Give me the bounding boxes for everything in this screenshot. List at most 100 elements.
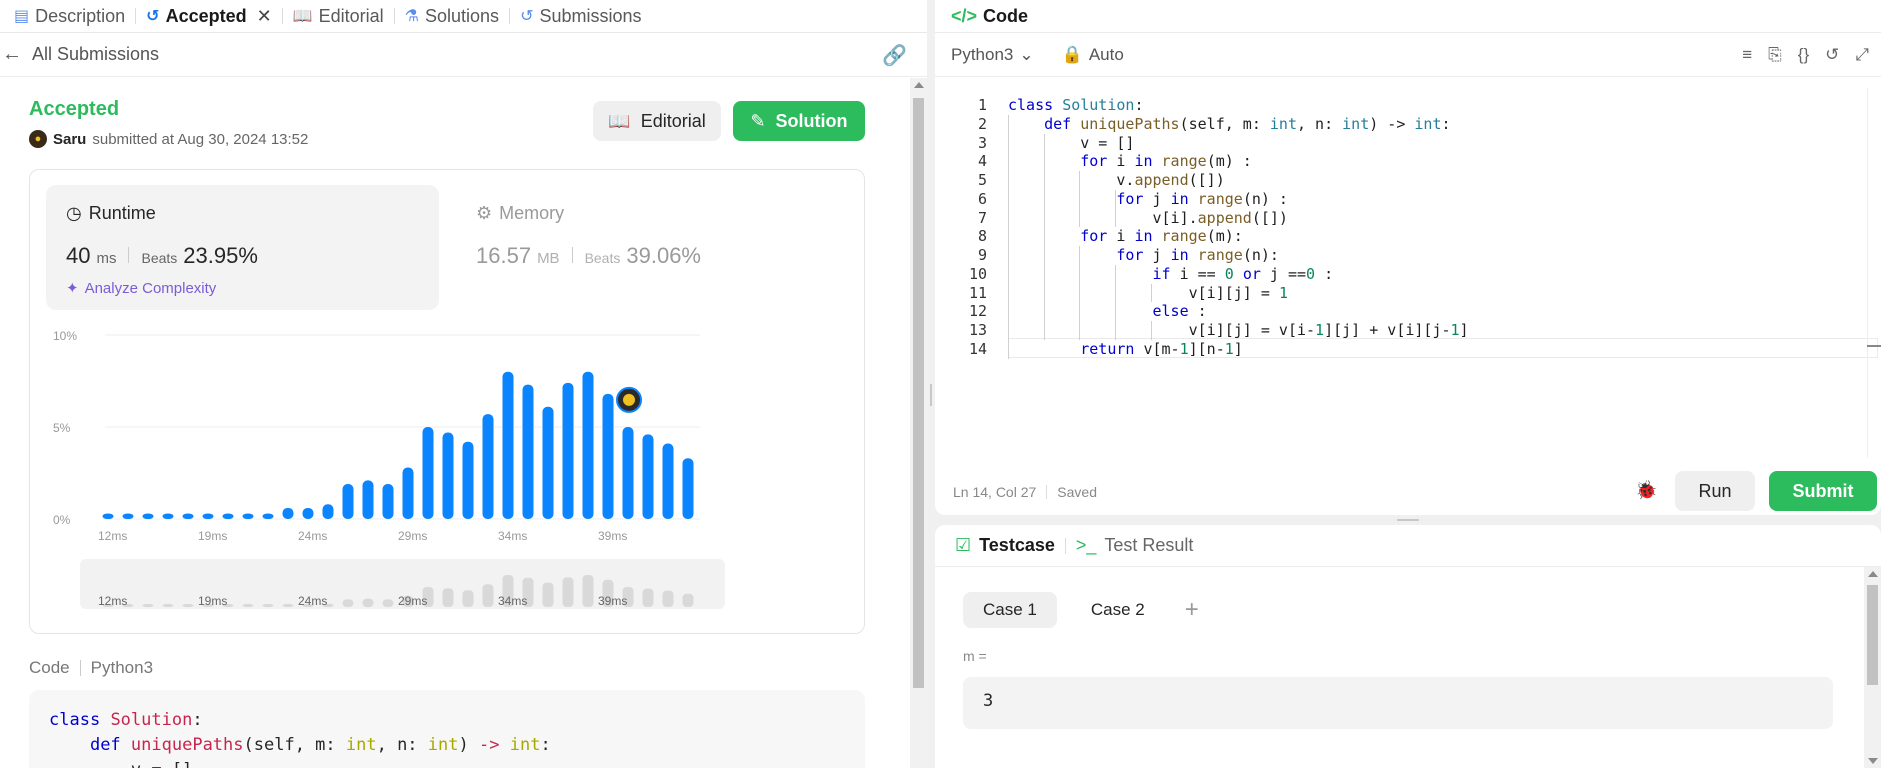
scrollbar-thumb[interactable] — [1867, 585, 1878, 685]
editor-scrollbar[interactable] — [1867, 88, 1881, 458]
reset-icon[interactable]: ↺ — [1825, 45, 1839, 65]
back-to-submissions[interactable]: ← All Submissions — [0, 43, 159, 66]
braces-icon[interactable]: {} — [1798, 45, 1809, 65]
chart-bar — [582, 371, 594, 519]
line-number: 2 — [977, 114, 987, 133]
left-tab-bar: ▤ Description ↺ Accepted ✕ 📖 Editorial ⚗… — [0, 0, 927, 33]
checkbox-icon: ☑ — [955, 535, 972, 555]
left-scrollbar[interactable] — [910, 78, 927, 768]
scrollbar-thumb[interactable] — [913, 98, 924, 688]
divider — [1046, 485, 1048, 499]
memory-title[interactable]: ⚙ Memory — [476, 203, 564, 224]
solution-button[interactable]: ✎ Solution — [733, 101, 865, 141]
line-number: 6 — [977, 189, 987, 208]
submitter-line: ● Saru submitted at Aug 30, 2024 13:52 — [29, 130, 308, 148]
language-select[interactable]: Python3 ⌄ — [951, 45, 1034, 65]
line-number: 13 — [968, 321, 987, 339]
editorial-button[interactable]: 📖 Editorial — [593, 101, 721, 141]
overview-bar — [342, 599, 354, 607]
overview-tick-label: 34ms — [498, 594, 527, 608]
back-label: All Submissions — [32, 44, 160, 64]
splitter-grip[interactable] — [1397, 519, 1419, 521]
code-line[interactable]: v[i][j] = v[i-1][j] + v[i][j-1] — [1008, 321, 1469, 339]
chart-bar — [262, 513, 274, 519]
language-value: Python3 — [951, 44, 1014, 64]
chart-bar — [602, 393, 614, 519]
overview-tick-label: 24ms — [298, 594, 327, 608]
overview-tick-label: 19ms — [198, 594, 227, 608]
format-icon[interactable]: ≡ — [1742, 45, 1752, 65]
tab-testcase[interactable]: ☑ Testcase — [955, 535, 1055, 556]
overview-bar — [442, 588, 454, 607]
tab-solutions[interactable]: ⚗ Solutions — [395, 0, 509, 33]
y-tick-label: 10% — [53, 329, 77, 343]
chart-bar — [682, 458, 694, 519]
code-area[interactable]: 1 class Solution: 2 def uniquePaths(self, … — [935, 88, 1881, 473]
overview-bar — [362, 598, 374, 607]
chart-bar — [522, 384, 534, 519]
scroll-up-icon[interactable] — [914, 82, 924, 88]
tab-testcase-label: Testcase — [979, 535, 1055, 555]
link-icon[interactable]: 🔗 — [882, 43, 907, 68]
run-button[interactable]: Run — [1675, 471, 1755, 511]
bookmark-icon[interactable]: ⎘ — [1768, 45, 1782, 65]
code-line[interactable]: v[i].append([]) — [1008, 209, 1287, 227]
code-line[interactable]: class Solution: — [1008, 96, 1143, 114]
chart-bar — [382, 484, 394, 519]
chart-bar — [182, 513, 194, 519]
line-number: 3 — [977, 133, 987, 152]
expand-icon[interactable]: ⤢ — [1855, 45, 1869, 65]
overview-bar — [382, 599, 394, 607]
case-tab-1[interactable]: Case 1 — [963, 592, 1057, 628]
testcase-scrollbar[interactable] — [1864, 567, 1881, 768]
code-line[interactable]: v = [] — [1008, 134, 1134, 152]
code-line[interactable]: for j in range(n): — [1008, 246, 1279, 264]
code-line[interactable]: if i == 0 or j ==0 : — [1008, 265, 1334, 283]
code-line[interactable]: def uniquePaths(self, m: int, n: int) ->… — [1008, 115, 1450, 133]
auto-label: Auto — [1088, 44, 1124, 64]
horizontal-splitter[interactable] — [935, 515, 1881, 525]
overview-bar — [582, 575, 594, 607]
scroll-down-icon[interactable] — [1868, 758, 1878, 764]
testcase-panel: ☑ Testcase >_ Test Result Case 1 Case 2 … — [935, 525, 1881, 768]
x-tick-label: 12ms — [98, 529, 127, 543]
tab-test-result-label: Test Result — [1104, 535, 1194, 555]
submitter-name[interactable]: Saru — [53, 131, 86, 148]
scroll-up-icon[interactable] — [1868, 571, 1878, 577]
case-tab-2[interactable]: Case 2 — [1071, 592, 1165, 628]
chart-bar — [342, 484, 354, 519]
variable-input[interactable]: 3 — [963, 677, 1833, 729]
x-tick-label: 29ms — [398, 529, 427, 543]
analyze-complexity-link[interactable]: ✦ Analyze Complexity — [66, 279, 216, 298]
tab-test-result[interactable]: >_ Test Result — [1076, 535, 1194, 556]
x-tick-label: 34ms — [498, 529, 527, 543]
avatar[interactable]: ● — [29, 130, 47, 148]
indent-guide — [1044, 133, 1045, 340]
code-line[interactable]: return v[m-1][n-1] — [1008, 340, 1243, 358]
tab-submissions[interactable]: ↺ Submissions — [510, 0, 651, 33]
add-case-icon[interactable]: + — [1185, 596, 1199, 624]
tab-description[interactable]: ▤ Description — [4, 0, 135, 33]
runtime-distribution-chart[interactable]: 10% 5% 0% 12ms 19ms 24ms 29ms 34ms 39ms 12ms 19ms 2… — [50, 322, 850, 622]
code-line[interactable]: v.append([]) — [1008, 171, 1224, 189]
overview-bar — [142, 604, 154, 607]
runtime-number: 40 — [66, 243, 91, 268]
chip-icon: ⚙ — [476, 203, 493, 223]
debug-icon[interactable]: 🐞 — [1635, 480, 1657, 501]
splitter-grip[interactable] — [930, 384, 932, 406]
code-line[interactable]: v[i][j] = 1 — [1008, 284, 1288, 302]
tab-accepted[interactable]: ↺ Accepted ✕ — [136, 0, 282, 33]
line-number: 12 — [968, 302, 987, 321]
tab-editorial[interactable]: 📖 Editorial — [283, 0, 394, 33]
code-line[interactable]: for j in range(n) : — [1008, 190, 1288, 208]
submit-button[interactable]: Submit — [1769, 471, 1877, 511]
chart-bar — [162, 513, 174, 519]
auto-mode[interactable]: 🔒 Auto — [1062, 45, 1124, 65]
indent-guide — [1151, 321, 1152, 340]
close-icon[interactable]: ✕ — [257, 6, 272, 27]
memory-title-label: Memory — [499, 203, 565, 223]
code-line[interactable]: else : — [1008, 302, 1207, 320]
runtime-panel[interactable]: ◷ Runtime 40 ms Beats 23.95% ✦ Analyze C… — [46, 185, 439, 310]
vertical-splitter[interactable] — [927, 0, 935, 768]
chart-bar — [202, 513, 214, 519]
